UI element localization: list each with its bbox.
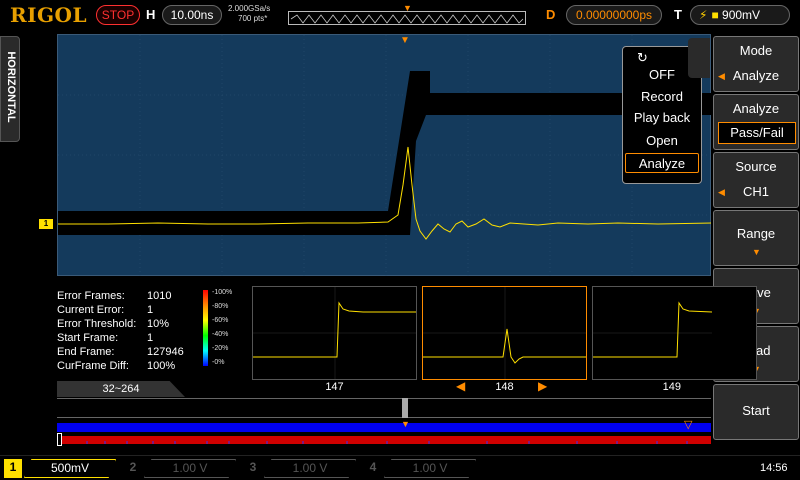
channel-2-number: 2 <box>129 460 137 474</box>
waveform-display[interactable] <box>57 34 712 277</box>
menu-item-record[interactable]: Record <box>625 87 699 107</box>
menu-item-open[interactable]: Open <box>625 131 699 151</box>
current-error-label: Current Error: <box>57 304 125 316</box>
scale-label: -60% <box>212 317 229 324</box>
ch1-offset-marker[interactable]: 1 <box>39 219 53 229</box>
current-error-value: 1 <box>147 304 154 316</box>
trigger-point-marker[interactable]: ▼ <box>400 35 410 46</box>
trigger-edge-icon: ⚡ <box>699 8 708 22</box>
thumbnail-canvas <box>423 287 586 379</box>
range-down-arrow-icon: ▼ <box>752 247 761 257</box>
frame-label-147: 147 <box>325 381 344 393</box>
delay-readout[interactable]: 0.00000000ps <box>566 5 662 25</box>
error-frames-bar <box>57 436 711 444</box>
analyze-title: Analyze <box>732 101 780 116</box>
scale-label: -20% <box>212 345 229 352</box>
channel-status-bar: 1 500mV 2 1.00 V 3 1.00 V 4 1.00 V 14:56 <box>0 455 800 480</box>
trigger-position-icon: ▼ <box>403 3 412 13</box>
memory-depth: 700 pts* <box>238 14 268 23</box>
sample-rate: 2.000GSa/s <box>228 4 271 13</box>
trigger-label: T <box>674 7 682 22</box>
channel-1-number: 1 <box>4 459 22 478</box>
channel-4-number: 4 <box>369 460 377 474</box>
range-title: Range <box>736 226 776 241</box>
menu-item-analyze[interactable]: Analyze <box>625 153 699 173</box>
curframe-diff-value: 100% <box>147 360 176 372</box>
run-stop-status[interactable]: STOP <box>96 5 140 25</box>
source-title: Source <box>735 159 777 174</box>
error-frames-value: 1010 <box>147 290 172 302</box>
timeline-start-handle[interactable] <box>57 433 62 446</box>
frame-thumbnail-148[interactable] <box>422 286 587 380</box>
range-softkey[interactable]: Range ▼ <box>713 210 799 266</box>
channel-3-scale: 1.00 V <box>264 459 356 478</box>
channel-2-scale: 1.00 V <box>144 459 236 478</box>
start-softkey[interactable]: Start <box>713 384 799 440</box>
frame-range-label: 32~264 <box>57 381 185 397</box>
diff-color-scale <box>203 290 208 366</box>
trigger-readout[interactable]: ⚡ ■ 900mV <box>690 5 790 25</box>
trigger-level-value: 900mV <box>722 8 761 22</box>
scale-label: -100% <box>212 289 233 296</box>
end-frame-value: 127946 <box>147 346 184 358</box>
memory-position-bar <box>288 11 526 25</box>
thumbnail-canvas <box>253 287 416 379</box>
source-softkey[interactable]: Source ◀ CH1 <box>713 152 799 208</box>
system-clock: 14:56 <box>760 462 788 474</box>
source-value: CH1 <box>742 184 769 199</box>
horizontal-menu-tab[interactable]: HORIZONTAL <box>0 36 20 142</box>
multifunction-knob-icon: ↻ <box>637 50 648 65</box>
channel-4-scale: 1.00 V <box>384 459 476 478</box>
scale-label: -80% <box>212 303 229 310</box>
analyze-softkey[interactable]: Analyze Pass/Fail <box>713 94 799 150</box>
next-frame-arrow-icon[interactable]: ▶ <box>538 379 547 393</box>
timebase-readout[interactable]: 10.00ns <box>162 5 222 25</box>
channel-3-number: 3 <box>249 460 257 474</box>
menu-item-play-back[interactable]: Play back <box>625 108 699 128</box>
error-threshold-value: 10% <box>147 318 170 330</box>
softkey-panel: Mode ◀ Analyze Analyze Pass/Fail Source … <box>711 34 800 454</box>
timeline-end-marker-icon[interactable]: ▽ <box>684 418 692 431</box>
memory-waveform-preview <box>290 14 524 24</box>
end-frame-label: End Frame: <box>57 346 115 358</box>
horizontal-label: H <box>146 7 156 22</box>
prev-frame-arrow-icon[interactable]: ◀ <box>456 379 465 393</box>
start-frame-value: 1 <box>147 332 154 344</box>
grid <box>58 35 712 277</box>
acquisition-info: 2.000GSa/s 700 pts* <box>228 4 270 24</box>
error-threshold-label: Error Threshold: <box>57 318 137 330</box>
horizontal-tab-label: HORIZONTAL <box>5 51 17 123</box>
start-title: Start <box>742 403 770 418</box>
frame-timeline[interactable] <box>57 398 711 418</box>
trigger-channel-icon: ■ <box>711 8 719 22</box>
brand-logo: RIGOL <box>10 3 88 27</box>
timeline-trigger-icon: ▼ <box>401 419 410 429</box>
top-status-bar: RIGOL STOP H 10.00ns 2.000GSa/s 700 pts*… <box>0 0 800 30</box>
timeline-cursor[interactable] <box>402 398 408 418</box>
color-scale-labels: -100% -80% -60% -40% -20% -0% <box>212 286 232 370</box>
scale-label: -0% <box>212 359 225 366</box>
start-frame-label: Start Frame: <box>57 332 119 344</box>
error-ticks <box>86 441 688 444</box>
delay-label: D <box>546 7 556 22</box>
pass-frames-bar <box>57 423 711 432</box>
frame-label-149: 149 <box>662 381 681 393</box>
frame-thumbnail-149[interactable] <box>592 286 757 380</box>
error-frames-label: Error Frames: <box>57 290 125 302</box>
channel-1-scale: 500mV <box>24 459 116 478</box>
thumbnail-canvas <box>593 301 712 358</box>
analyze-value: Pass/Fail <box>718 122 796 144</box>
frame-thumbnail-147[interactable] <box>252 286 417 380</box>
mode-title: Mode <box>739 43 773 58</box>
frame-label-148: 148 <box>495 381 514 393</box>
mode-value: Analyze <box>732 68 780 83</box>
waveform-canvas <box>58 35 712 277</box>
scale-label: -40% <box>212 331 229 338</box>
curframe-diff-label: CurFrame Diff: <box>57 360 129 372</box>
pass-fail-mask <box>58 71 712 235</box>
menu-side-tab[interactable] <box>688 38 710 78</box>
mode-softkey[interactable]: Mode ◀ Analyze <box>713 36 799 92</box>
